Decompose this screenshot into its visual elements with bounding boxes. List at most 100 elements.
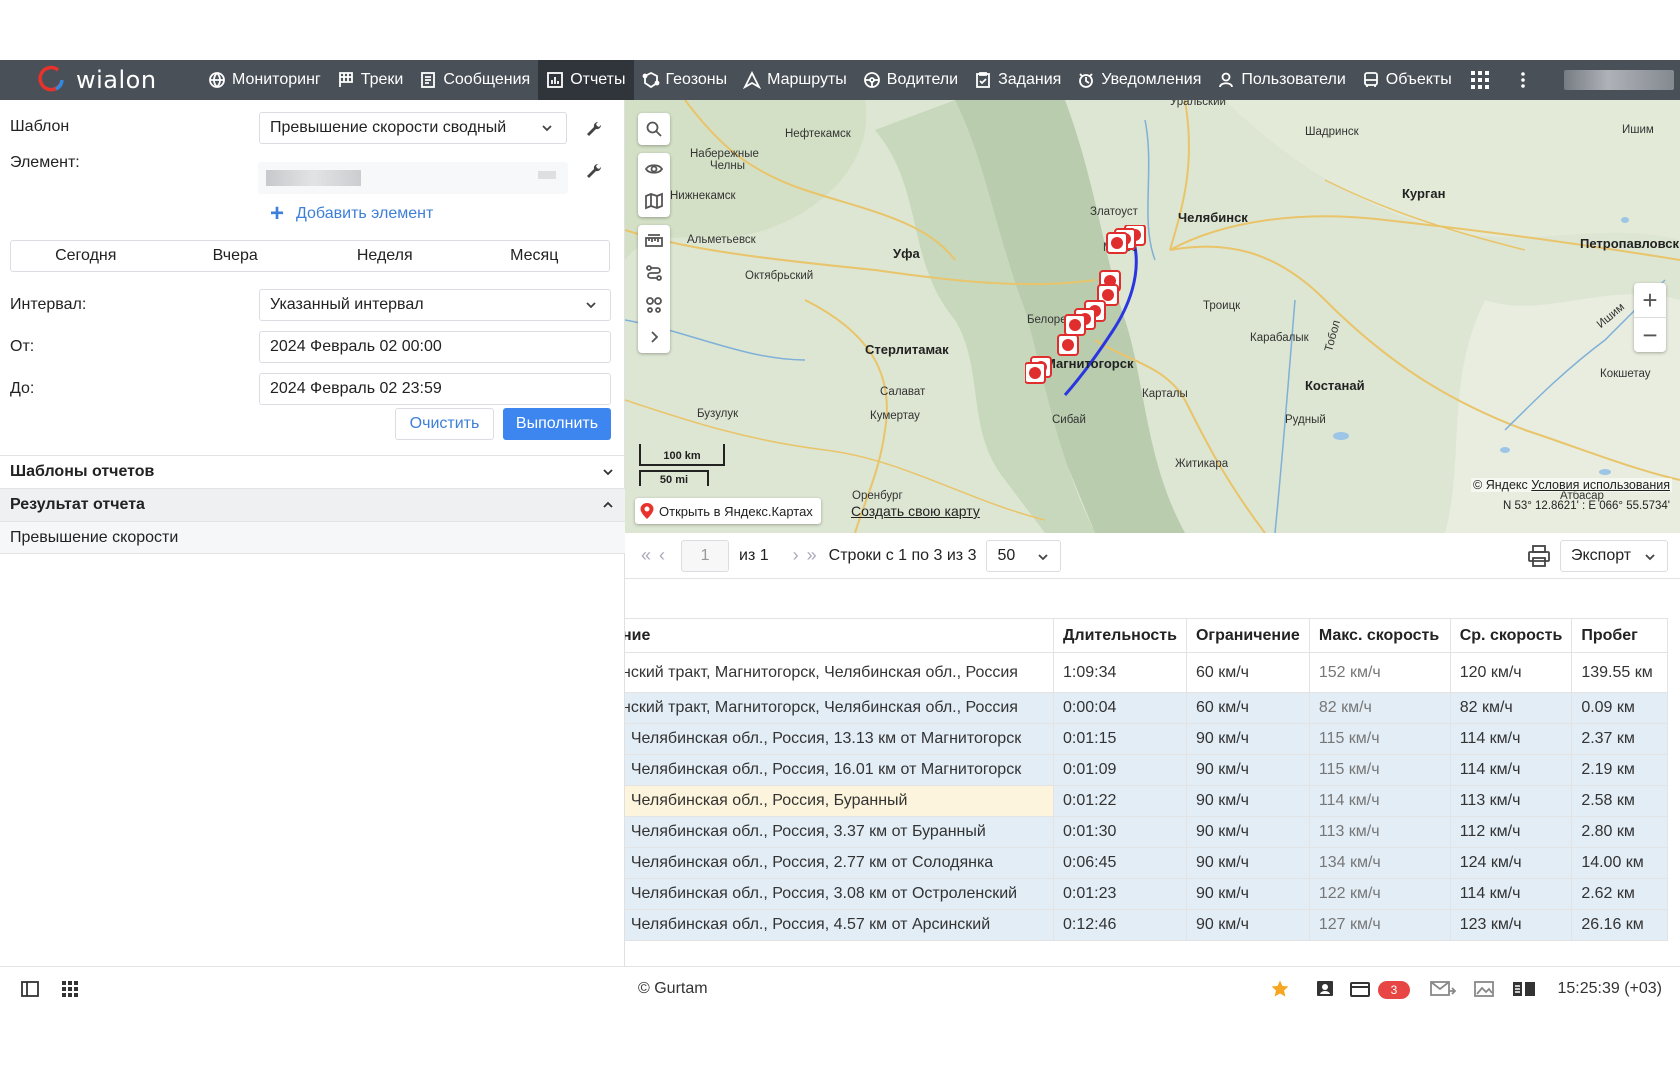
dual-screen-icon[interactable] xyxy=(1512,979,1536,999)
page-number-input[interactable]: 1 xyxy=(681,539,730,572)
map-pin-icon xyxy=(640,503,654,519)
map-ruler-button[interactable] xyxy=(638,225,670,257)
map-search-button[interactable] xyxy=(638,113,670,145)
template-select[interactable]: Превышение скорости сводный xyxy=(259,112,567,144)
interval-select-value: Указанный интервал xyxy=(270,296,424,313)
zoom-out-button[interactable]: − xyxy=(1634,318,1666,352)
from-label: От: xyxy=(10,338,35,355)
apps-grid-icon[interactable] xyxy=(60,979,80,999)
report-templates-section[interactable]: Шаблоны отчетов xyxy=(0,455,625,488)
run-report-button[interactable]: Выполнить xyxy=(503,408,611,440)
map-place-label: Стерлитамак xyxy=(865,342,949,357)
pins-icon xyxy=(646,297,662,313)
table-row[interactable]: , Челябинская обл., Россия, 4.57 км от А… xyxy=(625,909,1668,941)
last-page-icon[interactable]: » xyxy=(807,545,817,566)
next-page-icon[interactable]: › xyxy=(793,545,799,566)
export-button[interactable]: Экспорт xyxy=(1560,540,1668,572)
map-place-label: Набережные xyxy=(690,148,759,160)
billing-icon[interactable] xyxy=(1350,979,1370,999)
table-row[interactable]: нский тракт, Магнитогорск, Челябинская о… xyxy=(625,692,1668,724)
image-icon[interactable] xyxy=(1474,979,1494,999)
map-layers-button[interactable] xyxy=(638,185,670,217)
element-field[interactable] xyxy=(258,162,568,194)
result-item-speeding[interactable]: Превышение скорости xyxy=(0,521,625,554)
map-place-label: Октябрьский xyxy=(745,270,814,282)
print-icon[interactable] xyxy=(1526,543,1552,569)
alarm-icon xyxy=(1079,73,1094,88)
user-account-menu[interactable] xyxy=(1563,70,1674,90)
cell-addr: нский тракт, Магнитогорск, Челябинская о… xyxy=(625,652,1055,693)
col-limit[interactable]: Ограничение xyxy=(1186,618,1310,653)
contacts-icon[interactable] xyxy=(1315,979,1335,999)
to-date-input[interactable]: 2024 Февраль 02 23:59 xyxy=(259,373,611,405)
map-place-label: Уфа xyxy=(893,246,920,261)
map-place-label: Ишим xyxy=(1622,124,1654,136)
cell-dist: 2.80 км xyxy=(1571,816,1668,848)
report-table-container[interactable]: ние Длительность Ограничение Макс. скоро… xyxy=(625,618,1680,966)
nav-user[interactable]: Пользователи xyxy=(1209,60,1353,100)
wrench-icon[interactable] xyxy=(585,162,603,180)
page-size-select[interactable]: 50 xyxy=(986,539,1062,572)
star-icon[interactable] xyxy=(1270,979,1290,999)
top-nav-bar: wialon Мониторинг Треки Сообщения Отчеты Гео… xyxy=(0,60,1680,100)
add-element-button[interactable]: + Добавить элемент xyxy=(270,202,433,226)
table-row[interactable]: нский тракт, Магнитогорск, Челябинская о… xyxy=(625,652,1668,693)
first-page-icon[interactable]: « xyxy=(641,545,651,566)
nav-tasks[interactable]: Задания xyxy=(966,60,1069,100)
col-duration[interactable]: Длительность xyxy=(1053,618,1187,653)
wrench-icon[interactable] xyxy=(585,120,603,138)
table-row[interactable]: , Челябинская обл., Россия, 2.77 км от С… xyxy=(625,847,1668,879)
speeding-markers[interactable] xyxy=(1025,225,1165,385)
period-week[interactable]: Неделя xyxy=(310,241,460,271)
wialon-logo[interactable]: wialon xyxy=(0,60,200,100)
nav-messages[interactable]: Сообщения xyxy=(411,60,538,100)
nav-geofence[interactable]: Геозоны xyxy=(634,60,736,100)
nav-route[interactable]: Маршруты xyxy=(735,60,855,100)
zoom-in-button[interactable]: + xyxy=(1634,283,1666,317)
report-result-section[interactable]: Результат отчета xyxy=(0,488,625,521)
from-date-input[interactable]: 2024 Февраль 02 00:00 xyxy=(259,331,611,363)
map-tools-expand-button[interactable] xyxy=(638,321,670,353)
apps-grid-icon[interactable] xyxy=(1470,70,1490,90)
nav-flag[interactable]: Треки xyxy=(329,60,412,100)
terms-link[interactable]: Условия использования xyxy=(1531,478,1670,492)
period-yesterday[interactable]: Вчера xyxy=(161,241,311,271)
nav-alarm[interactable]: Уведомления xyxy=(1069,60,1209,100)
interval-select[interactable]: Указанный интервал xyxy=(259,289,611,321)
period-month[interactable]: Месяц xyxy=(460,241,610,271)
open-yandex-maps-link[interactable]: Открыть в Яндекс.Картах xyxy=(635,498,821,524)
table-header-row: ние Длительность Ограничение Макс. скоро… xyxy=(625,618,1668,653)
map-points-button[interactable] xyxy=(638,289,670,321)
create-map-link[interactable]: Создать свою карту xyxy=(851,503,980,519)
col-avg-speed[interactable]: Ср. скорость xyxy=(1450,618,1573,653)
col-mileage[interactable]: Пробег xyxy=(1571,618,1668,653)
toggle-panel-icon[interactable] xyxy=(20,979,40,999)
table-row[interactable]: , Челябинская обл., Россия, 13.13 км от … xyxy=(625,723,1668,755)
nav-label: Геозоны xyxy=(665,71,728,88)
col-max-speed[interactable]: Макс. скорость xyxy=(1309,618,1451,653)
nav-bus[interactable]: Объекты xyxy=(1354,60,1460,100)
table-row[interactable]: , Челябинская обл., Россия, Буранный 0:01… xyxy=(625,785,1668,817)
prev-page-icon[interactable]: ‹ xyxy=(659,545,665,566)
nav-report[interactable]: Отчеты xyxy=(538,60,634,100)
nav-globe[interactable]: Мониторинг xyxy=(200,60,329,100)
element-value-blurred xyxy=(266,170,361,186)
cell-avg: 114 км/ч xyxy=(1450,723,1573,755)
table-row[interactable]: , Челябинская обл., Россия, 16.01 км от … xyxy=(625,754,1668,786)
nav-label: Пользователи xyxy=(1241,71,1346,88)
more-vertical-icon[interactable] xyxy=(1520,70,1526,90)
map-view[interactable]: Уральский Нефтекамск Набережные Челны Нижнек… xyxy=(625,100,1680,533)
table-row[interactable]: , Челябинская обл., Россия, 3.37 км от Б… xyxy=(625,816,1668,848)
mail-icon[interactable] xyxy=(1430,979,1456,999)
notification-count-badge[interactable]: 3 xyxy=(1378,981,1410,999)
map-route-button[interactable] xyxy=(638,257,670,289)
map-visibility-button[interactable] xyxy=(638,153,670,185)
nav-driver[interactable]: Водители xyxy=(855,60,966,100)
clear-button[interactable]: Очистить xyxy=(395,408,494,440)
map-place-label: Златоуст xyxy=(1090,206,1138,218)
cell-dur: 0:01:23 xyxy=(1053,878,1187,910)
from-row: От: xyxy=(10,338,34,356)
period-today[interactable]: Сегодня xyxy=(11,241,161,271)
col-location[interactable]: ние xyxy=(625,618,1055,653)
table-row[interactable]: , Челябинская обл., Россия, 3.08 км от О… xyxy=(625,878,1668,910)
